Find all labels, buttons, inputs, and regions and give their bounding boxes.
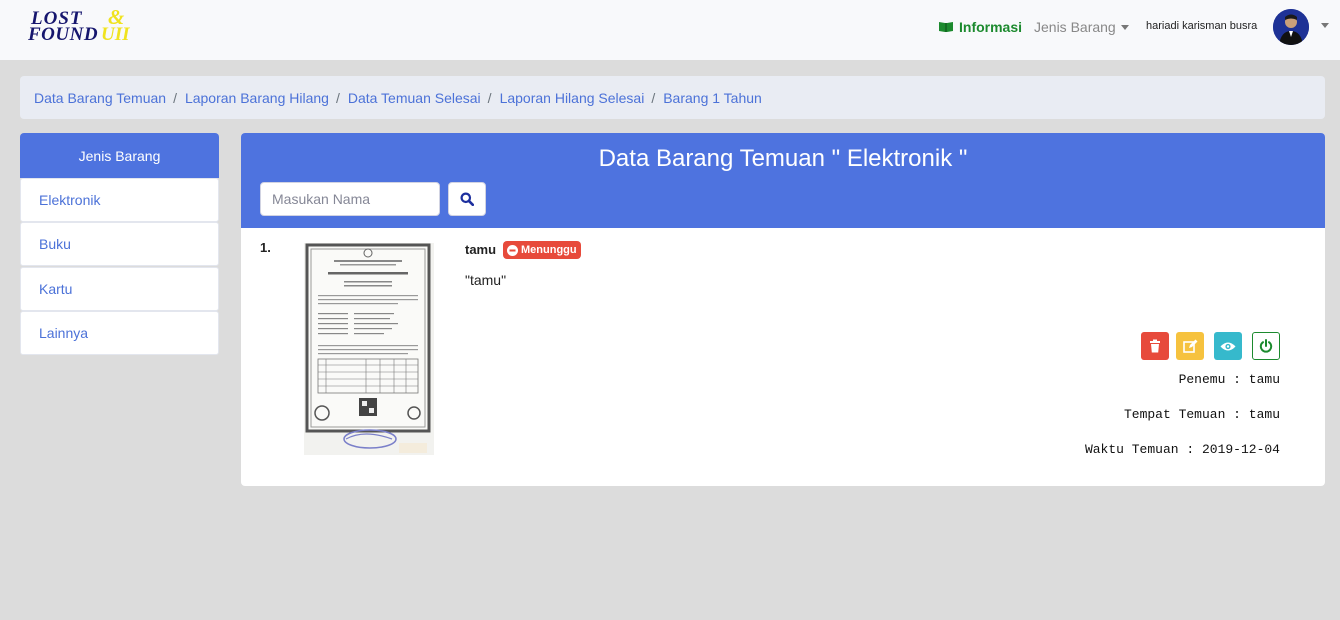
brand-logo[interactable]: LOST & FOUND UII xyxy=(28,5,148,48)
item-description: "tamu" xyxy=(465,272,507,288)
trash-icon xyxy=(1150,339,1160,353)
user-name: hariadi karisman busra xyxy=(1146,20,1258,32)
item-image[interactable] xyxy=(304,243,434,455)
edit-button[interactable] xyxy=(1176,332,1204,360)
breadcrumb-data-barang-temuan[interactable]: Data Barang Temuan xyxy=(34,90,166,106)
delete-button[interactable] xyxy=(1141,332,1169,360)
item-penemu: Penemu : tamu xyxy=(1178,372,1280,387)
power-button[interactable] xyxy=(1252,332,1280,360)
user-menu-chevron-icon[interactable] xyxy=(1321,23,1329,28)
navbar: LOST & FOUND UII Informasi Jenis Barang … xyxy=(0,0,1340,60)
search-icon xyxy=(460,192,474,206)
search-input[interactable] xyxy=(260,182,440,216)
avatar[interactable] xyxy=(1273,9,1309,45)
nav-jenis-barang-dropdown[interactable]: Jenis Barang xyxy=(1034,18,1129,36)
breadcrumb-laporan-barang-hilang[interactable]: Laporan Barang Hilang xyxy=(185,90,329,106)
breadcrumb-laporan-hilang-selesai[interactable]: Laporan Hilang Selesai xyxy=(500,90,645,106)
chevron-down-icon xyxy=(1120,24,1129,30)
breadcrumb: Data Barang Temuan / Laporan Barang Hila… xyxy=(20,76,1325,119)
certificate-image xyxy=(304,243,434,455)
eye-icon xyxy=(1220,342,1236,350)
user-photo-icon xyxy=(1273,9,1309,45)
sidebar-item-buku[interactable]: Buku xyxy=(20,222,219,266)
search-button[interactable] xyxy=(448,182,486,216)
logo-text-found: FOUND xyxy=(28,24,99,45)
sidebar-item-elektronik[interactable]: Elektronik xyxy=(20,178,219,222)
logo-text-uii: UII xyxy=(101,24,130,45)
item-waktu-temuan: Waktu Temuan : 2019-12-04 xyxy=(1084,442,1280,457)
main-card: Data Barang Temuan " Elektronik " 1. xyxy=(241,133,1325,486)
item-number: 1. xyxy=(260,240,271,255)
sidebar-item-kartu[interactable]: Kartu xyxy=(20,267,219,311)
item-name: tamu xyxy=(465,242,497,257)
page-title: Data Barang Temuan " Elektronik " xyxy=(598,145,968,172)
breadcrumb-barang-1-tahun[interactable]: Barang 1 Tahun xyxy=(663,90,762,106)
nav-informasi-link[interactable]: Informasi xyxy=(938,18,1022,36)
power-icon xyxy=(1259,339,1273,353)
nav-jenis-barang-label: Jenis Barang xyxy=(1034,19,1116,35)
status-badge-label: Menunggu xyxy=(521,244,577,256)
main-card-header: Data Barang Temuan " Elektronik " xyxy=(241,133,1325,228)
view-button[interactable] xyxy=(1214,332,1242,360)
status-badge: Menunggu xyxy=(503,241,581,259)
item-tempat-temuan: Tempat Temuan : tamu xyxy=(1123,407,1280,422)
breadcrumb-data-temuan-selesai[interactable]: Data Temuan Selesai xyxy=(348,90,481,106)
edit-icon xyxy=(1182,339,1197,353)
nav-informasi-label: Informasi xyxy=(959,19,1023,35)
sidebar-title: Jenis Barang xyxy=(20,133,219,178)
sidebar-item-lainnya[interactable]: Lainnya xyxy=(20,311,219,355)
book-icon xyxy=(939,22,953,32)
minus-circle-icon xyxy=(507,244,518,256)
